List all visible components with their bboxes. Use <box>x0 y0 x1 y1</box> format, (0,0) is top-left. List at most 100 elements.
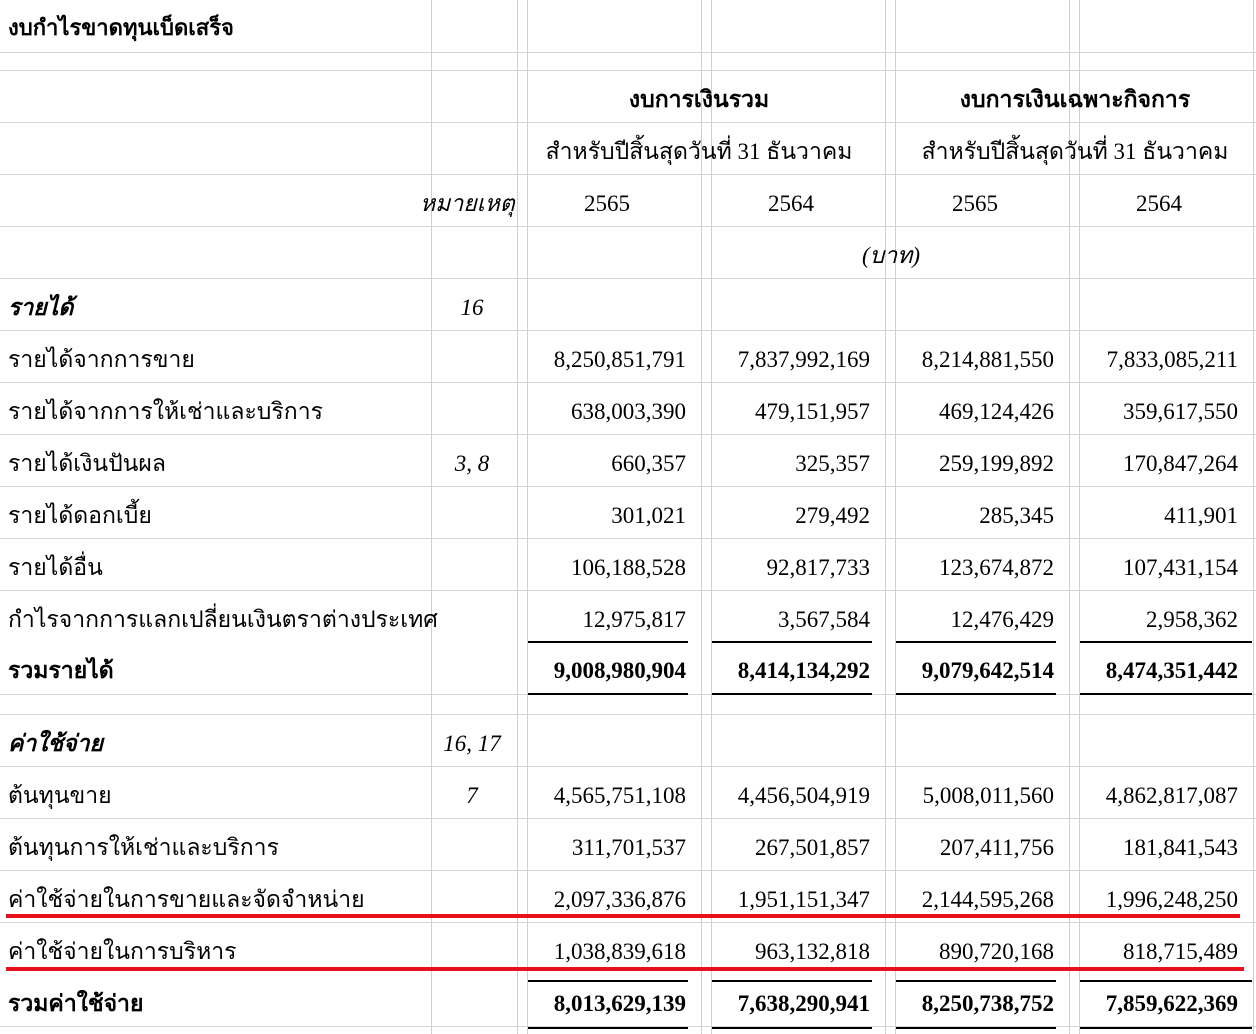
total-value: 9,079,642,514 <box>921 658 1054 683</box>
value-cell: 267,501,857 <box>755 835 870 860</box>
grid-hline <box>0 226 1256 227</box>
value-cell: 285,345 <box>979 503 1054 528</box>
grid-hline <box>0 52 1256 53</box>
total-value: 8,013,629,139 <box>553 991 686 1016</box>
value-cell: 359,617,550 <box>1123 399 1238 424</box>
subtotal-rule <box>1080 980 1252 982</box>
value-cell: 4,456,504,919 <box>737 783 870 808</box>
row-label: ต้นทุนการให้เช่าและบริการ <box>8 835 279 860</box>
row-label: รายได้อื่น <box>8 555 103 580</box>
subtotal-rule <box>712 641 872 643</box>
subtotal-rule <box>1080 641 1252 643</box>
row-label: ค่าใช้จ่ายในการบริหาร <box>8 939 237 964</box>
value-cell: 325,357 <box>795 451 870 476</box>
grid-hline <box>0 486 1256 487</box>
value-cell: 890,720,168 <box>939 939 1054 964</box>
grid-hline <box>0 922 1256 923</box>
total-value: 9,008,980,904 <box>553 658 686 683</box>
value-cell: 301,021 <box>611 503 686 528</box>
total-value: 7,859,622,369 <box>1105 991 1238 1016</box>
value-cell: 181,841,543 <box>1123 835 1238 860</box>
value-cell: 279,492 <box>795 503 870 528</box>
value-cell: 8,250,851,791 <box>553 347 686 372</box>
total-rule <box>528 693 688 695</box>
value-cell: 259,199,892 <box>939 451 1054 476</box>
grid-vline <box>885 0 886 1034</box>
group-header-consolidated: งบการเงินรวม <box>628 87 770 112</box>
grid-hline <box>0 174 1256 175</box>
grid-hline <box>0 714 1256 715</box>
value-cell: 4,565,751,108 <box>553 783 686 808</box>
value-cell: 1,996,248,250 <box>1105 887 1238 912</box>
value-cell: 7,833,085,211 <box>1106 347 1238 372</box>
grid-vline <box>431 0 432 1034</box>
row-label: รวมค่าใช้จ่าย <box>8 991 144 1016</box>
total-value: 7,638,290,941 <box>737 991 870 1016</box>
section-note: 16 <box>460 295 484 320</box>
year-header: 2564 <box>768 191 814 216</box>
value-cell: 479,151,957 <box>755 399 870 424</box>
year-header: 2565 <box>584 191 630 216</box>
subtotal-rule <box>896 980 1056 982</box>
total-rule <box>896 1027 1056 1029</box>
row-label: กำไรจากการแลกเปลี่ยนเงินตราต่างประเทศ <box>8 607 438 632</box>
value-cell: 2,958,362 <box>1146 607 1238 632</box>
value-cell: 92,817,733 <box>766 555 871 580</box>
total-rule <box>896 693 1056 695</box>
value-cell: 2,144,595,268 <box>921 887 1054 912</box>
year-header: 2564 <box>1136 191 1182 216</box>
total-value: 8,414,134,292 <box>737 658 870 683</box>
total-rule <box>528 1027 688 1029</box>
value-cell: 2,097,336,876 <box>553 887 686 912</box>
unit-label: (บาท) <box>862 243 920 268</box>
grid-hline <box>0 590 1256 591</box>
grid-hline <box>0 330 1256 331</box>
value-cell: 311,701,537 <box>571 835 686 860</box>
value-cell: 469,124,426 <box>939 399 1054 424</box>
value-cell: 963,132,818 <box>755 939 870 964</box>
value-cell: 660,357 <box>611 451 686 476</box>
value-cell: 3,567,584 <box>778 607 870 632</box>
total-rule <box>712 1027 872 1029</box>
section-note: 16, 17 <box>443 731 501 756</box>
value-cell: 1,951,151,347 <box>737 887 870 912</box>
grid-hline <box>0 278 1256 279</box>
grid-hline <box>0 818 1256 819</box>
value-cell: 12,975,817 <box>582 607 687 632</box>
value-cell: 107,431,154 <box>1123 555 1238 580</box>
row-label: รายได้จากการให้เช่าและบริการ <box>8 399 323 424</box>
group-header-separate: งบการเงินเฉพาะกิจการ <box>959 87 1191 112</box>
section-heading-expenses: ค่าใช้จ่าย <box>8 731 104 756</box>
row-note: 7 <box>466 783 478 808</box>
value-cell: 207,411,756 <box>939 835 1054 860</box>
value-cell: 4,862,817,087 <box>1105 783 1238 808</box>
value-cell: 170,847,264 <box>1123 451 1238 476</box>
total-value: 8,250,738,752 <box>921 991 1054 1016</box>
subtotal-rule <box>712 980 872 982</box>
period-label-consolidated: สำหรับปีสิ้นสุดวันที่ 31 ธันวาคม <box>545 139 853 164</box>
value-cell: 106,188,528 <box>571 555 686 580</box>
value-cell: 638,003,390 <box>571 399 686 424</box>
value-cell: 411,901 <box>1164 503 1238 528</box>
value-cell: 818,715,489 <box>1123 939 1238 964</box>
value-cell: 12,476,429 <box>950 607 1055 632</box>
total-value: 8,474,351,442 <box>1105 658 1238 683</box>
row-label: รายได้ดอกเบี้ย <box>8 503 152 528</box>
grid-hline <box>0 538 1256 539</box>
grid-hline <box>0 382 1256 383</box>
value-cell: 5,008,011,560 <box>922 783 1054 808</box>
row-label: รายได้จากการขาย <box>8 347 195 372</box>
row-label: ต้นทุนขาย <box>8 783 112 808</box>
document-title: งบกำไรขาดทุนเบ็ดเสร็จ <box>8 15 234 40</box>
subtotal-rule <box>528 641 688 643</box>
value-cell: 123,674,872 <box>939 555 1054 580</box>
total-rule <box>1080 1027 1252 1029</box>
grid-hline <box>0 122 1256 123</box>
total-rule <box>712 693 872 695</box>
subtotal-rule <box>896 641 1056 643</box>
period-label-separate: สำหรับปีสิ้นสุดวันที่ 31 ธันวาคม <box>921 139 1229 164</box>
section-heading-revenue: รายได้ <box>8 295 74 320</box>
note-column-header: หมายเหตุ <box>420 191 515 216</box>
row-note: 3, 8 <box>454 451 490 476</box>
grid-hline <box>0 870 1256 871</box>
